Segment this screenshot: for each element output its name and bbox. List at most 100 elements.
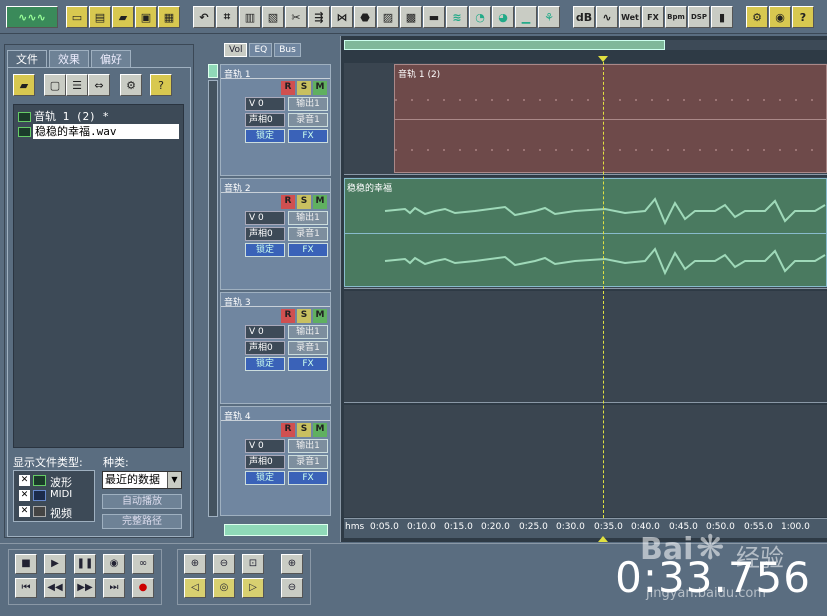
lock-button[interactable]: 锁定 bbox=[245, 471, 285, 485]
record-input-button[interactable]: 录音1 bbox=[288, 113, 328, 127]
trim-button[interactable]: ⇶ bbox=[308, 6, 330, 28]
mute-button[interactable]: M bbox=[313, 81, 327, 95]
record-arm-button[interactable]: R bbox=[281, 81, 295, 95]
output-button[interactable]: 输出1 bbox=[288, 325, 328, 339]
crop-button[interactable]: ⌗ bbox=[216, 6, 238, 28]
output-button[interactable]: 输出1 bbox=[288, 439, 328, 453]
auto-play-button[interactable]: 自动播放 bbox=[102, 494, 182, 509]
audio-clip-2[interactable]: 稳稳的幸福 bbox=[344, 178, 827, 287]
pan-field[interactable]: 声相0 bbox=[245, 227, 285, 241]
fx-track-button[interactable]: FX bbox=[288, 471, 328, 485]
record-arm-button[interactable]: R bbox=[281, 423, 295, 437]
output-button[interactable]: 输出1 bbox=[288, 97, 328, 111]
save-all-button[interactable]: ▦ bbox=[158, 6, 180, 28]
record-arm-button[interactable]: R bbox=[281, 195, 295, 209]
lock-button[interactable]: 锁定 bbox=[245, 357, 285, 371]
tab-effects[interactable]: 效果 bbox=[49, 50, 89, 68]
tab-vol[interactable]: Vol bbox=[224, 43, 248, 57]
mute-button[interactable]: M bbox=[313, 423, 327, 437]
silence-button[interactable]: ⋈ bbox=[331, 6, 353, 28]
lock-button[interactable]: 锁定 bbox=[245, 129, 285, 143]
track-lane-4[interactable] bbox=[344, 405, 827, 517]
full-path-button[interactable]: 完整路径 bbox=[102, 514, 182, 529]
fx-track-button[interactable]: FX bbox=[288, 357, 328, 371]
solo-button[interactable]: S bbox=[297, 309, 311, 323]
record-input-button[interactable]: 录音1 bbox=[288, 341, 328, 355]
tab-files[interactable]: 文件 bbox=[7, 50, 47, 68]
zoom-out-v-button[interactable]: ⊖ bbox=[281, 578, 303, 598]
fx-button[interactable]: FX bbox=[642, 6, 664, 28]
db-meter-button[interactable]: ▁ bbox=[515, 6, 537, 28]
record-arm-button[interactable]: R bbox=[281, 309, 295, 323]
record-button[interactable]: ● bbox=[132, 578, 154, 598]
mute-button[interactable]: M bbox=[313, 195, 327, 209]
insert-multitrack-icon[interactable]: ☰ bbox=[66, 74, 88, 96]
wave-button[interactable]: ∿ bbox=[596, 6, 618, 28]
mute-button[interactable]: M bbox=[313, 309, 327, 323]
track-header-1[interactable]: 音轨 1 R S M V 0 输出1 声相0 录音1 锁定 FX bbox=[220, 64, 331, 176]
mixer-button[interactable]: ▮ bbox=[711, 6, 733, 28]
dsp-button[interactable]: DSP bbox=[688, 6, 710, 28]
save-button[interactable]: ▣ bbox=[135, 6, 157, 28]
play-to-end-button[interactable]: ◉ bbox=[103, 554, 125, 574]
zoom-in-toolbar-button[interactable]: ▧ bbox=[262, 6, 284, 28]
pan-field[interactable]: 声相0 bbox=[245, 455, 285, 469]
tab-bus[interactable]: Bus bbox=[274, 43, 301, 57]
open-file-button[interactable]: ▤ bbox=[89, 6, 111, 28]
playhead-marker-bottom[interactable] bbox=[598, 536, 608, 542]
bpm-button[interactable]: Bpm bbox=[665, 6, 687, 28]
video-checkbox[interactable]: ✕ bbox=[19, 506, 30, 517]
solo-button[interactable]: S bbox=[297, 195, 311, 209]
info-button[interactable]: ◉ bbox=[769, 6, 791, 28]
volume-field[interactable]: V 0 bbox=[245, 97, 285, 111]
pause-button[interactable]: ❚❚ bbox=[74, 554, 96, 574]
help-icon[interactable]: ? bbox=[150, 74, 172, 96]
zoom-sel-button[interactable]: ◎ bbox=[213, 578, 235, 598]
track-header-3[interactable]: 音轨 3 R S M V 0 输出1 声相0 录音1 锁定 FX bbox=[220, 292, 331, 404]
lock-button[interactable]: 锁定 bbox=[245, 243, 285, 257]
help-button[interactable]: ? bbox=[792, 6, 814, 28]
noise-button[interactable]: ≋ bbox=[446, 6, 468, 28]
undo-button[interactable]: ↶ bbox=[193, 6, 215, 28]
zoom-sel-left-button[interactable]: ◁ bbox=[184, 578, 206, 598]
tab-eq[interactable]: EQ bbox=[249, 43, 273, 57]
vertical-scroll-track[interactable] bbox=[208, 80, 218, 517]
settings-button[interactable]: ⚙ bbox=[746, 6, 768, 28]
fit-button[interactable]: ▥ bbox=[239, 6, 261, 28]
zoom-in-h-button[interactable]: ⊕ bbox=[184, 554, 206, 574]
output-button[interactable]: 输出1 bbox=[288, 211, 328, 225]
zoom-out-h-button[interactable]: ⊖ bbox=[213, 554, 235, 574]
edit-file-icon[interactable]: ⇔ bbox=[88, 74, 110, 96]
stop-button[interactable]: ■ bbox=[15, 554, 37, 574]
options-icon[interactable]: ⚙ bbox=[120, 74, 142, 96]
cut-button[interactable]: ✂ bbox=[285, 6, 307, 28]
playhead-line[interactable] bbox=[603, 62, 604, 518]
fx-track-button[interactable]: FX bbox=[288, 243, 328, 257]
rewind-button[interactable]: ◀◀ bbox=[44, 578, 66, 598]
record-input-button[interactable]: 录音1 bbox=[288, 455, 328, 469]
solo-button[interactable]: S bbox=[297, 81, 311, 95]
track-header-4[interactable]: 音轨 4 R S M V 0 输出1 声相0 录音1 锁定 FX bbox=[220, 406, 331, 516]
tab-favorites[interactable]: 偏好 bbox=[91, 50, 131, 68]
vu-button[interactable]: ⚘ bbox=[538, 6, 560, 28]
fx-track-button[interactable]: FX bbox=[288, 129, 328, 143]
kind-select[interactable]: 最近的数据 ▼ bbox=[102, 471, 182, 489]
horizontal-scrollbar[interactable] bbox=[224, 524, 328, 536]
insert-button[interactable]: ▩ bbox=[400, 6, 422, 28]
db-button[interactable]: dB bbox=[573, 6, 595, 28]
solo-button[interactable]: S bbox=[297, 423, 311, 437]
record-input-button[interactable]: 录音1 bbox=[288, 227, 328, 241]
play-button[interactable]: ▶ bbox=[44, 554, 66, 574]
new-file-button[interactable]: ▭ bbox=[66, 6, 88, 28]
normalize-button[interactable]: ◔ bbox=[469, 6, 491, 28]
zoom-in-v-button[interactable]: ⊕ bbox=[281, 554, 303, 574]
envelope-button[interactable]: ▨ bbox=[377, 6, 399, 28]
volume-field[interactable]: V 0 bbox=[245, 439, 285, 453]
open-folder-button[interactable]: ▰ bbox=[112, 6, 134, 28]
midi-checkbox[interactable]: ✕ bbox=[19, 490, 30, 501]
pan-field[interactable]: 声相0 bbox=[245, 341, 285, 355]
fast-forward-button[interactable]: ▶▶ bbox=[74, 578, 96, 598]
list-item[interactable]: 音轨 1 (2) * bbox=[14, 109, 183, 124]
pan-button[interactable]: ◕ bbox=[492, 6, 514, 28]
time-ruler[interactable]: hms 0:05.0 0:10.0 0:15.0 0:20.0 0:25.0 0… bbox=[344, 518, 827, 538]
